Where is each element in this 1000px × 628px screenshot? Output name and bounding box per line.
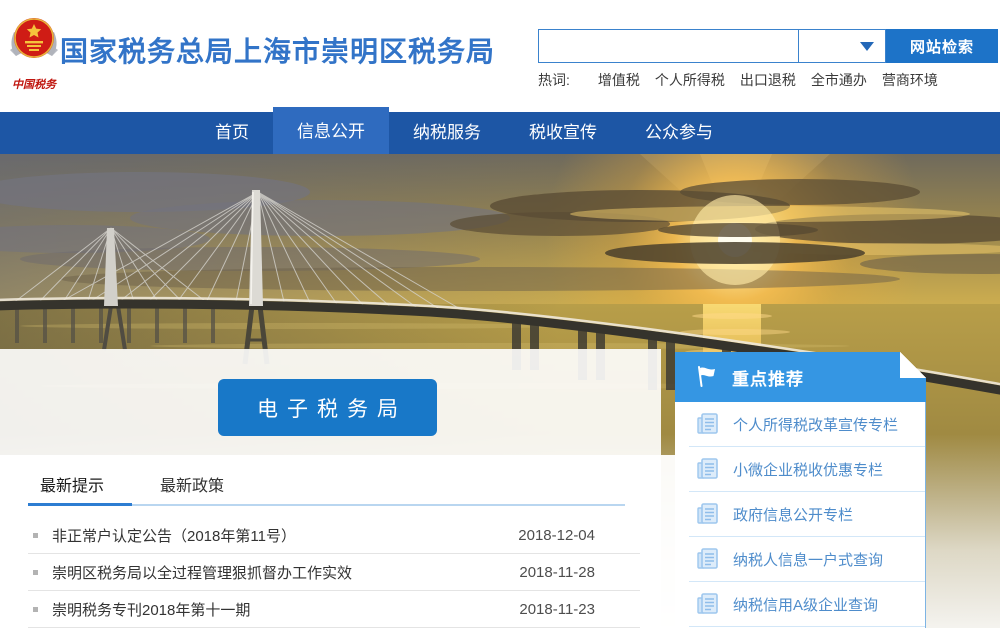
news-section: 最新提示 最新政策 非正常户认定公告（2018年第11号） 2018-12-04 … xyxy=(0,460,661,628)
recommend-item[interactable]: 纳税信用A级企业查询 xyxy=(689,582,925,627)
nav-item[interactable]: 信息公开 xyxy=(273,107,389,154)
news-tabs-row: 最新提示 最新政策 xyxy=(0,460,661,506)
search-area: 网站检索 xyxy=(538,29,998,63)
document-icon xyxy=(695,591,721,617)
search-category-select[interactable] xyxy=(798,29,886,63)
recommend-panel: 重点推荐 个人所得税改革宣传专栏 xyxy=(675,352,926,628)
active-tab-underline xyxy=(28,503,132,506)
hotword-link[interactable]: 个人所得税 xyxy=(655,70,725,90)
recommend-header: 重点推荐 xyxy=(675,352,926,402)
news-row: 非正常户认定公告（2018年第11号） 2018-12-04 xyxy=(28,517,640,554)
recommend-item-label: 纳税信用A级企业查询 xyxy=(733,594,878,615)
nav-item[interactable]: 首页 xyxy=(191,112,273,154)
flag-icon xyxy=(695,365,719,389)
hotword-link[interactable]: 增值税 xyxy=(598,70,640,90)
hotword-link[interactable]: 出口退税 xyxy=(740,70,796,90)
recommend-item-label: 小微企业税收优惠专栏 xyxy=(733,459,883,480)
recommend-item[interactable]: 小微企业税收优惠专栏 xyxy=(689,447,925,492)
search-button[interactable]: 网站检索 xyxy=(886,29,998,63)
hotwords-label: 热词: xyxy=(538,70,570,90)
news-list: 非正常户认定公告（2018年第11号） 2018-12-04 崇明区税务局以全过… xyxy=(0,517,661,628)
recommend-item[interactable]: 个人所得税改革宣传专栏 xyxy=(689,402,925,447)
tax-emblem-icon xyxy=(6,12,62,76)
recommend-item-label: 纳税人信息一户式查询 xyxy=(733,549,883,570)
logo-caption: 中国税务 xyxy=(6,76,62,92)
tabs-list: 最新提示最新政策 xyxy=(0,478,224,495)
nav-item[interactable]: 税收宣传 xyxy=(505,112,621,154)
news-date: 2018-11-28 xyxy=(519,564,640,581)
recommend-item[interactable]: 纳税人信息一户式查询 xyxy=(689,537,925,582)
news-tab[interactable]: 最新政策 xyxy=(160,472,224,496)
hotwords-list: 增值税个人所得税出口退税全市通办营商环境 xyxy=(598,70,953,90)
news-title-link[interactable]: 崇明区税务局以全过程管理狠抓督办工作实效 xyxy=(52,562,519,583)
recommend-body: 个人所得税改革宣传专栏 小微企业税收优惠专栏 政府信息公开专栏 xyxy=(675,402,926,628)
bullet-square xyxy=(33,533,38,538)
page: 中国税务 国家税务总局上海市崇明区税务局 网站检索 热词: 增值税个人所得税出口… xyxy=(0,0,1000,628)
nav-item-label: 纳税服务 xyxy=(413,123,481,142)
nav-item-label: 首页 xyxy=(215,123,249,142)
site-header: 中国税务 国家税务总局上海市崇明区税务局 网站检索 热词: 增值税个人所得税出口… xyxy=(0,0,1000,112)
news-title-link[interactable]: 非正常户认定公告（2018年第11号） xyxy=(52,525,518,546)
site-title[interactable]: 国家税务总局上海市崇明区税务局 xyxy=(60,30,495,70)
recommend-item-label: 个人所得税改革宣传专栏 xyxy=(733,414,898,435)
recommend-item-label: 政府信息公开专栏 xyxy=(733,504,853,525)
e-tax-bureau-button[interactable]: 电子税务局 xyxy=(218,379,437,436)
chevron-down-icon xyxy=(860,42,874,51)
recommend-item[interactable]: 政府信息公开专栏 xyxy=(689,492,925,537)
main-nav: 首页 信息公开 纳税服务 税收宣传 公众参与 xyxy=(0,112,1000,154)
document-icon xyxy=(695,546,721,572)
nav-item-label: 信息公开 xyxy=(297,122,365,141)
document-icon xyxy=(695,411,721,437)
news-row: 崇明区税务局以全过程管理狠抓督办工作实效 2018-11-28 xyxy=(28,554,640,591)
bullet-square xyxy=(33,607,38,612)
tax-emblem-logo[interactable]: 中国税务 xyxy=(6,12,62,100)
nav-item-label: 税收宣传 xyxy=(529,123,597,142)
news-row: 崇明税务专刊2018年第十一期 2018-11-23 xyxy=(28,591,640,628)
recommend-title: 重点推荐 xyxy=(732,365,804,390)
nav-item[interactable]: 公众参与 xyxy=(621,112,737,154)
document-icon xyxy=(695,456,721,482)
news-title-link[interactable]: 崇明税务专刊2018年第十一期 xyxy=(52,599,519,620)
nav-list: 首页 信息公开 纳税服务 税收宣传 公众参与 xyxy=(0,112,1000,154)
folded-corner xyxy=(900,352,926,378)
news-date: 2018-12-04 xyxy=(518,527,640,544)
nav-item-label: 公众参与 xyxy=(645,123,713,142)
search-input[interactable] xyxy=(538,29,798,63)
nav-item[interactable]: 纳税服务 xyxy=(389,112,505,154)
hotword-link[interactable]: 全市通办 xyxy=(811,70,867,90)
document-icon xyxy=(695,501,721,527)
news-date: 2018-11-23 xyxy=(519,601,640,618)
hotword-link[interactable]: 营商环境 xyxy=(882,70,938,90)
news-tab[interactable]: 最新提示 xyxy=(40,472,104,496)
bullet-square xyxy=(33,570,38,575)
hotwords-bar: 热词: 增值税个人所得税出口退税全市通办营商环境 xyxy=(538,70,953,90)
recommend-list: 个人所得税改革宣传专栏 小微企业税收优惠专栏 政府信息公开专栏 xyxy=(675,402,925,627)
